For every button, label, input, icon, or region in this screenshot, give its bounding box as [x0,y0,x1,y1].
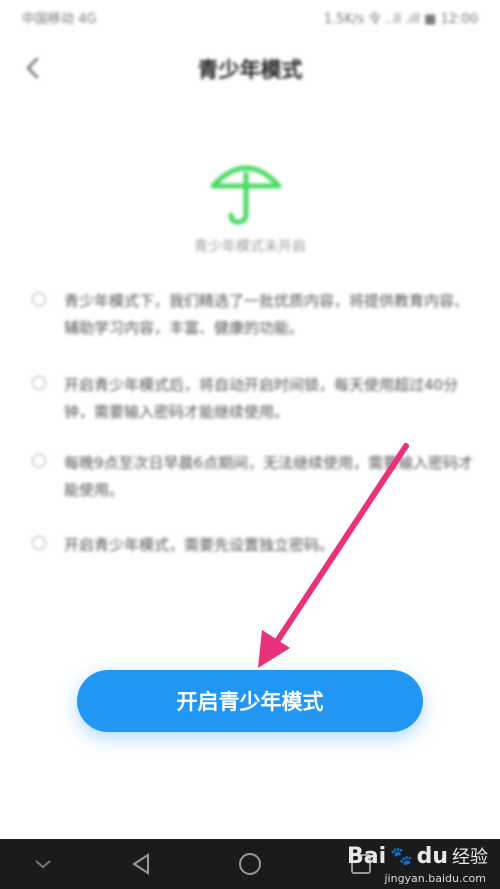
annotation-arrow [258,443,409,668]
radio-icon [32,292,46,306]
status-bar: 中国移动 4G 1.5K/s 令 ..ll .ıll ■ 12:00 [0,0,500,34]
paw-icon: 🐾 [390,845,413,867]
watermark-text: 经验 [452,847,488,868]
status-indicators: 1.5K/s 令 ..ll .ıll ■ 12:00 [323,11,478,27]
watermark-logo-suffix: du [416,843,448,869]
radio-icon [32,454,46,468]
enable-teen-mode-button[interactable]: 开启青少年模式 [77,670,423,732]
page-title: 青少年模式 [197,58,303,82]
hero-caption: 青少年模式未开启 [194,239,306,255]
radio-icon [32,376,46,390]
home-circle-icon[interactable] [237,851,263,877]
umbrella-icon [205,148,287,230]
title-bar: 青少年模式 [0,44,500,92]
tip-text: 开启青少年模式后，将自动开启时间锁，每天使用超过40分钟，需要输入密码才能继续使… [64,376,459,421]
screen: 中国移动 4G 1.5K/s 令 ..ll .ıll ■ 12:00 青少年模式… [0,0,500,889]
radio-icon [32,536,46,550]
watermark-url: jingyan.baidu.com [384,872,486,885]
tip-text: 开启青少年模式，需要先设置独立密码。 [64,536,335,554]
baidu-jingyan-watermark: Bai 🐾 du 经验 [347,843,488,869]
tip-text: 每晚9点至次日早晨6点期间，无法继续使用，需要输入密码才能使用。 [64,454,474,499]
carrier-label: 中国移动 4G [22,11,97,27]
down-icon[interactable] [30,851,56,877]
tip-text: 青少年模式下，我们精选了一批优质内容，将提供教育内容、辅助学习内容，丰富、健康的… [64,292,470,337]
watermark-logo: Bai [347,843,387,869]
back-triangle-icon[interactable] [128,851,154,877]
